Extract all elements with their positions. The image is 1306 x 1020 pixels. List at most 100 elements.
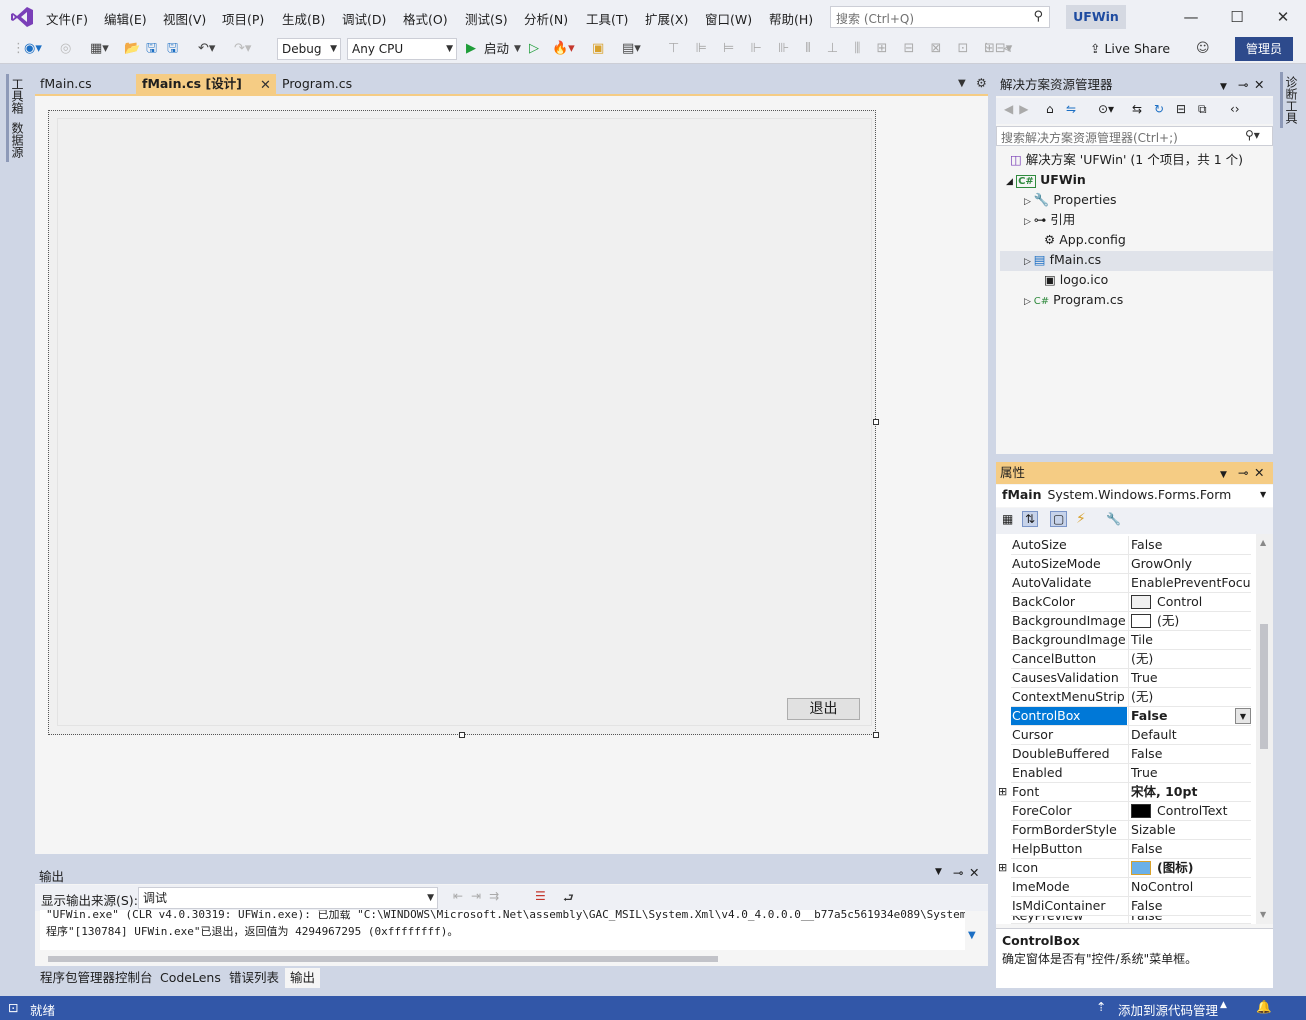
- property-value[interactable]: True: [1128, 764, 1251, 782]
- property-value[interactable]: EnablePreventFocusC: [1128, 574, 1251, 592]
- start-icon[interactable]: ▶: [466, 39, 476, 59]
- tab-program-cs[interactable]: Program.cs: [276, 74, 394, 94]
- property-row[interactable]: ⊞ Font 宋体, 10pt: [998, 783, 1251, 802]
- property-row[interactable]: ForeColor ControlText: [1011, 802, 1251, 821]
- property-value[interactable]: ControlText: [1128, 802, 1251, 820]
- admin-badge[interactable]: 管理员: [1235, 37, 1293, 61]
- menu-debug[interactable]: 调试(D): [342, 9, 386, 28]
- add-to-source-control[interactable]: 添加到源代码管理: [1118, 1000, 1218, 1019]
- expand-icon[interactable]: ⊞: [998, 783, 1007, 801]
- output-toolbar-icons[interactable]: ⇤⇥⇉: [453, 889, 507, 903]
- property-row-selected[interactable]: ControlBox False ▼: [1011, 707, 1251, 726]
- chevron-down-icon[interactable]: ▼: [1220, 79, 1227, 95]
- scroll-up-icon[interactable]: ▲: [1260, 538, 1266, 547]
- scroll-down-icon[interactable]: ▼: [1260, 910, 1266, 919]
- notification-bell-icon[interactable]: 🔔: [1256, 999, 1272, 1015]
- navigate-back-icon[interactable]: ◉▾: [24, 39, 42, 59]
- property-value[interactable]: (无): [1128, 612, 1251, 630]
- diagnostic-tools-tab[interactable]: 诊断工具: [1280, 72, 1300, 128]
- open-file-icon[interactable]: 📂: [124, 39, 140, 59]
- solution-search-input[interactable]: 搜索解决方案资源管理器(Ctrl+;) ⚲▾: [996, 126, 1273, 146]
- solution-config-select[interactable]: Debug ▼: [277, 38, 341, 60]
- property-value[interactable]: False: [1128, 897, 1251, 915]
- navigate-forward-icon[interactable]: ◎: [60, 39, 71, 59]
- close-tab-icon[interactable]: ✕: [260, 78, 271, 93]
- minimize-button[interactable]: —: [1176, 6, 1206, 28]
- property-value[interactable]: 宋体, 10pt: [1128, 783, 1251, 801]
- resize-handle-bottom[interactable]: [459, 732, 465, 738]
- folder-icon[interactable]: ▣: [592, 39, 604, 59]
- save-icon[interactable]: 🖫: [146, 39, 157, 59]
- horizontal-scrollbar[interactable]: [48, 956, 718, 962]
- datasource-tab[interactable]: 数据源: [6, 118, 26, 162]
- exit-button[interactable]: 退出: [787, 698, 860, 720]
- close-icon[interactable]: ✕: [1254, 465, 1264, 481]
- property-row[interactable]: FormBorderStyle Sizable: [1011, 821, 1251, 840]
- properties-view-icon[interactable]: ▢: [1050, 511, 1068, 527]
- tab-fmain-code[interactable]: fMain.cs: [34, 74, 134, 94]
- menu-window[interactable]: 窗口(W): [705, 9, 752, 28]
- property-value[interactable]: False: [1128, 916, 1251, 923]
- property-value[interactable]: (无): [1128, 650, 1251, 668]
- layout-icon[interactable]: ▤▾: [622, 39, 641, 59]
- property-value[interactable]: GrowOnly: [1128, 555, 1251, 573]
- property-row[interactable]: AutoSizeMode GrowOnly: [1011, 555, 1251, 574]
- chevron-down-icon[interactable]: ▼: [1220, 467, 1227, 483]
- form-client-area[interactable]: [57, 118, 872, 726]
- toolbox-tab[interactable]: 工具箱: [6, 74, 26, 118]
- events-icon[interactable]: ⚡: [1076, 511, 1086, 527]
- platform-select[interactable]: Any CPU ▼: [347, 38, 457, 60]
- menu-file[interactable]: 文件(F): [46, 9, 88, 28]
- tree-item-program[interactable]: ▷ C# Program.cs: [1024, 291, 1123, 311]
- tab-package-manager[interactable]: 程序包管理器控制台: [35, 968, 158, 988]
- tab-output[interactable]: 输出: [285, 968, 321, 988]
- tree-solution[interactable]: ◫ 解决方案 'UFWin' (1 个项目，共 1 个): [1010, 151, 1243, 169]
- sync-icon[interactable]: ⇆: [1132, 102, 1142, 116]
- property-row[interactable]: ⊞ Icon (图标): [998, 859, 1251, 878]
- property-value[interactable]: Sizable: [1128, 821, 1251, 839]
- word-wrap-icon[interactable]: ⮐: [563, 889, 574, 910]
- property-value[interactable]: Control: [1128, 593, 1251, 611]
- menu-format[interactable]: 格式(O): [403, 9, 448, 28]
- property-grid-scrollbar[interactable]: ▲ ▼: [1256, 534, 1273, 924]
- hot-reload-icon[interactable]: 🔥▾: [552, 39, 575, 59]
- scroll-down-icon[interactable]: ▼: [968, 930, 986, 950]
- property-row[interactable]: BackgroundImageL Tile: [1011, 631, 1251, 650]
- property-value[interactable]: False: [1128, 707, 1251, 725]
- tree-item-properties[interactable]: ▷ 🔧 Properties: [1024, 191, 1117, 211]
- close-icon[interactable]: ✕: [1254, 77, 1264, 93]
- property-row[interactable]: ImeMode NoControl: [1011, 878, 1251, 897]
- live-share-button[interactable]: ⇪ Live Share: [1090, 39, 1170, 59]
- save-all-icon[interactable]: 🖫: [167, 39, 178, 59]
- tree-item-logo[interactable]: ▣ logo.ico: [1044, 271, 1108, 289]
- new-project-icon[interactable]: ▦▾: [90, 39, 109, 59]
- output-source-select[interactable]: 调试 ▼: [138, 887, 438, 909]
- property-row[interactable]: ContextMenuStrip (无): [1011, 688, 1251, 707]
- property-row[interactable]: KeyPreviewFalse: [1011, 916, 1251, 924]
- tab-fmain-designer[interactable]: fMain.cs [设计] ⊸: [136, 74, 286, 94]
- show-all-files-icon[interactable]: ⧉: [1198, 102, 1207, 117]
- pin-icon[interactable]: ⊸: [1238, 465, 1248, 481]
- property-row[interactable]: AutoValidate EnablePreventFocusC: [1011, 574, 1251, 593]
- close-button[interactable]: ✕: [1268, 6, 1298, 28]
- properties-object-select[interactable]: fMain System.Windows.Forms.Form ▼: [996, 485, 1273, 507]
- property-row[interactable]: BackColor Control: [1011, 593, 1251, 612]
- menu-help[interactable]: 帮助(H): [769, 9, 813, 28]
- property-row[interactable]: Enabled True: [1011, 764, 1251, 783]
- property-value[interactable]: True: [1128, 669, 1251, 687]
- close-icon[interactable]: ✕: [969, 865, 979, 880]
- menu-view[interactable]: 视图(V): [163, 9, 206, 28]
- gear-icon[interactable]: ⚙: [976, 76, 987, 90]
- redo-icon[interactable]: ↷▾: [234, 39, 251, 59]
- chevron-down-icon[interactable]: ▼: [514, 39, 521, 59]
- format-icons-group[interactable]: ⊞⊟▾: [984, 39, 1012, 59]
- undo-icon[interactable]: ↶▾: [198, 39, 215, 59]
- search-input[interactable]: 搜索 (Ctrl+Q) ⚲: [830, 6, 1050, 28]
- expand-icon[interactable]: ⊞: [998, 859, 1007, 877]
- maximize-button[interactable]: ☐: [1222, 6, 1252, 28]
- home-icon[interactable]: ⌂: [1046, 102, 1054, 116]
- menu-extensions[interactable]: 扩展(X): [645, 9, 688, 28]
- switch-views-icon[interactable]: ⇋: [1066, 102, 1076, 116]
- start-button-label[interactable]: 启动: [484, 39, 509, 59]
- menu-tools[interactable]: 工具(T): [586, 9, 628, 28]
